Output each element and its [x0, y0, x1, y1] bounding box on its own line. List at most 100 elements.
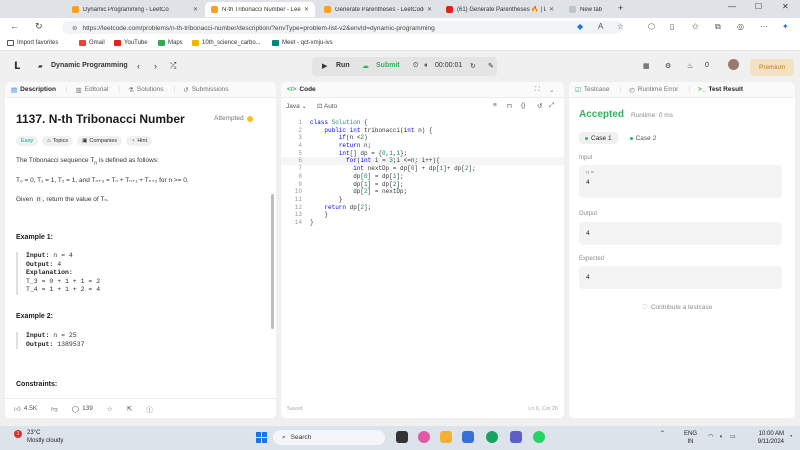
layout-icon[interactable]: ▦ [643, 62, 650, 70]
bookmark-icon[interactable]: ⊓ [507, 102, 512, 110]
streak-fire-icon[interactable]: ♨ [687, 62, 693, 70]
leetcode-logo-icon[interactable]: ᒪ [14, 61, 20, 72]
dislike-button[interactable]: 👎︎ [51, 405, 65, 413]
tab-submissions[interactable]: ↺ Submissions [183, 86, 228, 94]
taskbar-search[interactable]: ⌕ Search [273, 430, 385, 445]
language-select[interactable]: Java ⌄ [286, 102, 307, 110]
tray-chevron-icon[interactable]: ⌃ [660, 430, 665, 438]
avatar[interactable] [728, 59, 739, 70]
bookmark-gmail[interactable]: Gmail [79, 40, 105, 46]
next-problem-icon[interactable]: › [154, 61, 157, 71]
browser-tab-tribonacci[interactable]: N-th Tribonacci Number - LeetCo ✕ [205, 2, 315, 17]
close-tab-icon[interactable]: ✕ [427, 6, 432, 13]
share-button[interactable]: ⇱ [127, 405, 139, 413]
task-view-icon[interactable] [396, 431, 408, 443]
extension-icon[interactable]: ◆ [577, 22, 583, 31]
tab-label: Testcase [583, 86, 610, 93]
reset-timer-icon[interactable]: ↻ [470, 62, 476, 70]
braces-icon[interactable]: {} [521, 102, 525, 109]
site-info-icon[interactable]: ⊜ [72, 25, 77, 32]
close-tab-icon[interactable]: ✕ [549, 6, 554, 13]
split-screen-icon[interactable]: ▯ [670, 22, 674, 31]
format-icon[interactable]: ≡ [493, 102, 497, 109]
maximize-icon[interactable]: ☐ [755, 2, 762, 11]
case-2-tab[interactable]: Case 2 [624, 132, 663, 144]
hint-chip[interactable]: ♀ Hint [126, 136, 153, 146]
bookmark-meet[interactable]: Meet - qct-xmju-ivs [272, 40, 333, 46]
tab-editorial[interactable]: ▥ Editorial [76, 86, 109, 94]
profile-icon[interactable]: ◎ [737, 22, 744, 31]
submit-button[interactable]: Submit [376, 62, 400, 69]
edge-browser-icon[interactable] [486, 431, 498, 443]
reload-icon[interactable]: ↻ [35, 21, 43, 32]
description-scrollbar[interactable] [271, 194, 274, 329]
shuffle-icon[interactable]: ⤮ [170, 61, 176, 71]
copilot-icon[interactable]: ✦ [782, 22, 789, 31]
tab-runtime-error[interactable]: ◴ Runtime Error [629, 86, 678, 94]
note-icon[interactable]: ✎ [488, 62, 494, 70]
case-1-tab[interactable]: Case 1 [579, 132, 618, 144]
auto-mode-toggle[interactable]: ⊡ Auto [317, 102, 337, 110]
fullscreen-icon[interactable]: ⤢ [549, 102, 554, 110]
file-explorer-icon[interactable] [440, 431, 452, 443]
close-tab-icon[interactable]: ✕ [193, 6, 198, 13]
favorite-button[interactable]: ☆ [107, 405, 120, 413]
back-icon[interactable]: ← [10, 21, 19, 31]
notifications-icon[interactable]: ◔ [789, 433, 793, 441]
weather-widget[interactable]: 23°C Mostly cloudy [27, 429, 63, 445]
companies-chip[interactable]: ▣ Companies [77, 136, 123, 146]
favorites-icon[interactable]: ✩ [692, 22, 699, 31]
tab-test-result[interactable]: >_ Test Result [698, 86, 743, 93]
tab-title: (61) Generate Parentheses 🔥 | Lo [457, 7, 546, 13]
bookmark-maps[interactable]: Maps [158, 40, 183, 46]
minimize-icon[interactable]: — [728, 2, 736, 11]
problem-title[interactable]: 1137. N-th Tribonacci Number [16, 112, 185, 126]
new-tab-icon[interactable]: + [618, 3, 623, 13]
language-indicator[interactable]: ENG IN [684, 430, 697, 446]
system-clock[interactable]: 10:00 AM 9/11/2024 [744, 430, 784, 446]
browser-tab-youtube[interactable]: (61) Generate Parentheses 🔥 | Lo ✕ [440, 2, 560, 17]
reset-code-icon[interactable]: ↺ [537, 102, 542, 110]
maximize-panel-icon[interactable]: ⛶ [535, 86, 540, 94]
help-button[interactable]: ⓘ [146, 404, 160, 414]
comments-button[interactable]: ◯ 139 [72, 405, 100, 413]
tab-code[interactable]: </> Code [287, 86, 316, 93]
premium-button[interactable]: Premium [750, 59, 794, 76]
browser-tab-new-label[interactable]: New tab [560, 2, 610, 17]
collapse-panel-icon[interactable]: ⌄ [549, 86, 554, 94]
close-tab-icon[interactable]: ✕ [304, 6, 309, 13]
contribute-testcase-button[interactable]: ♡ Contribute a testcase [642, 303, 712, 312]
problem-list-title[interactable]: Dynamic Programming [51, 62, 128, 69]
window-close-icon[interactable]: ✕ [782, 2, 789, 11]
bookmark-science[interactable]: 10th_science_carbo... [192, 40, 261, 46]
wifi-icon[interactable]: ◠ [708, 433, 713, 441]
like-button[interactable]: 👍︎ 4.5K [14, 405, 44, 413]
tab-solutions[interactable]: ⚗ Solutions [128, 86, 164, 94]
bookmark-import-favorites[interactable]: Import favorites [7, 40, 58, 46]
url-field[interactable]: ⊜ https://leetcode.com/problems/n-th-trib… [62, 21, 622, 34]
run-button[interactable]: Run [336, 62, 350, 69]
start-windows-icon[interactable] [256, 432, 267, 443]
extensions-puzzle-icon[interactable]: ⬡ [648, 22, 655, 31]
copilot-app-icon[interactable] [418, 431, 430, 443]
browser-tab-generate-parentheses[interactable]: Generate Parentheses - LeetCode ✕ [318, 2, 438, 17]
bookmark-youtube[interactable]: YouTube [114, 40, 148, 46]
settings-menu-icon[interactable]: ⋯ [760, 22, 768, 31]
favorite-star-icon[interactable]: ☆ [617, 22, 624, 31]
store-icon[interactable] [462, 431, 474, 443]
settings-gear-icon[interactable]: ⚙ [665, 62, 671, 70]
whatsapp-icon[interactable] [533, 431, 545, 443]
browser-tab-dynamic-programming[interactable]: Dynamic Programming - LeetCo ✕ [66, 2, 204, 17]
read-aloud-icon[interactable]: A [598, 22, 603, 31]
code-editor[interactable]: 1 class Solution { 2 public int tribonacc… [281, 119, 564, 227]
volume-icon[interactable]: ◖ [719, 433, 723, 441]
battery-icon[interactable]: ▭ [730, 433, 736, 441]
tab-description[interactable]: ▤ Description [11, 86, 56, 94]
timer-icon[interactable]: ⏲ [413, 62, 418, 70]
collections-icon[interactable]: ⧉ [715, 22, 721, 32]
timer-pause-icon[interactable]: ⏸ [424, 62, 428, 70]
prev-problem-icon[interactable]: ‹ [137, 61, 140, 71]
tab-testcase[interactable]: ☑ Testcase [575, 86, 609, 94]
teams-icon[interactable] [510, 431, 522, 443]
topics-chip[interactable]: ⌂ Topics [42, 136, 74, 146]
